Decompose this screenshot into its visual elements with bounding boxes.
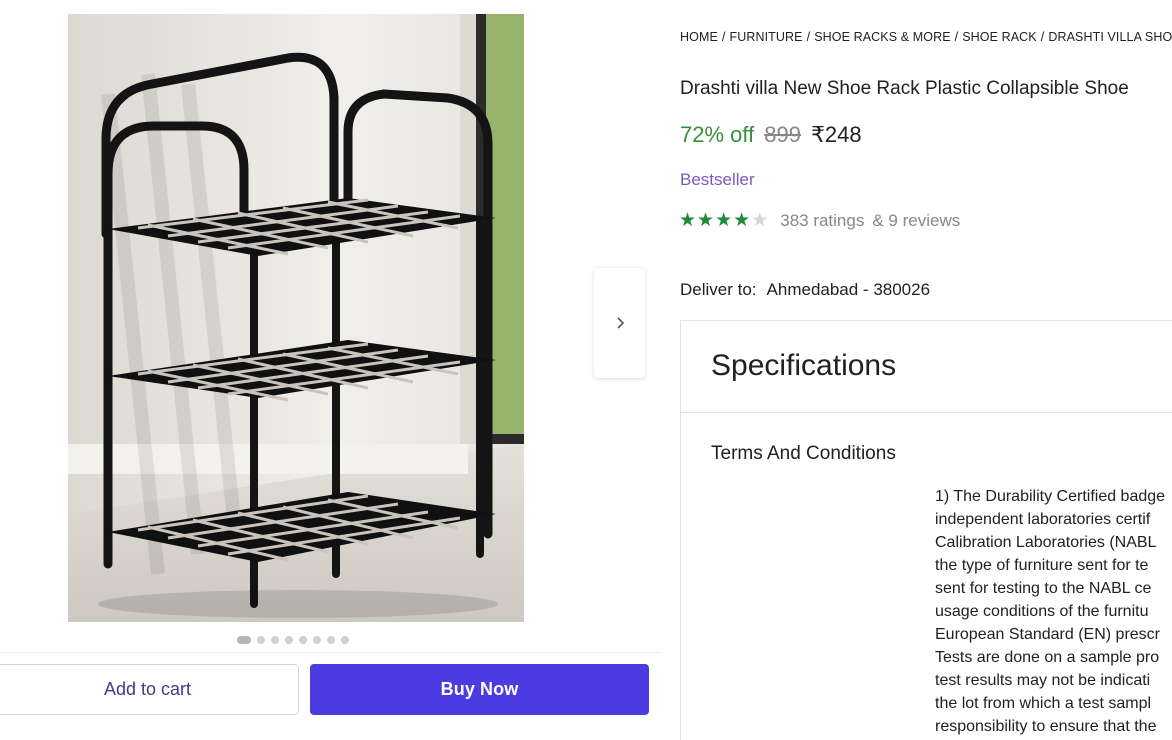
add-to-cart-button[interactable]: Add to cart (0, 664, 299, 715)
carousel-dot[interactable] (257, 636, 265, 644)
breadcrumb-item[interactable]: SHOE RACK (962, 30, 1037, 44)
breadcrumb-item[interactable]: FURNITURE (729, 30, 802, 44)
star-filled-icon: ★ (733, 210, 751, 231)
next-image-button[interactable] (594, 268, 645, 378)
product-title: Drashti villa New Shoe Rack Plastic Coll… (680, 78, 1129, 99)
carousel-dot[interactable] (327, 636, 335, 644)
specifications-header: Specifications (681, 321, 1172, 413)
terms-line: usage conditions of the furnitu (935, 603, 1149, 620)
deliver-label: Deliver to: (680, 280, 757, 299)
terms-line: test results may not be indicati (935, 672, 1151, 689)
breadcrumb-item[interactable]: SHOE RACKS & MORE (814, 30, 950, 44)
bestseller-badge: Bestseller (680, 170, 755, 189)
terms-body: 1) The Durability Certified badge indepen… (935, 485, 1172, 738)
selling-price: ₹248 (810, 122, 862, 147)
delivery-location[interactable]: Deliver to: Ahmedabad - 380026 (680, 280, 930, 300)
product-image[interactable] (68, 14, 524, 622)
terms-line: responsibility to ensure that the (935, 718, 1157, 735)
terms-line: independent laboratories certif (935, 511, 1151, 528)
breadcrumb: HOME / FURNITURE / SHOE RACKS & MORE / SHOE RA… (680, 30, 1172, 44)
breadcrumb-separator: / (954, 30, 959, 44)
specifications-title: Specifications (711, 349, 897, 382)
buy-now-button[interactable]: Buy Now (310, 664, 649, 715)
terms-line: Tests are done on a sample pro (935, 649, 1160, 666)
price-row: 72% off 899 ₹248 (680, 122, 862, 148)
shoe-rack-photo (68, 14, 524, 622)
carousel-dot[interactable] (285, 636, 293, 644)
ratings-count: 383 ratings (780, 211, 865, 230)
terms-line: 1) The Durability Certified badge (935, 488, 1166, 505)
carousel-dot[interactable] (313, 636, 321, 644)
rating-row[interactable]: ★ ★ ★ ★ ★ 383 ratings & 9 reviews (679, 211, 960, 231)
reviews-count: & 9 reviews (872, 211, 961, 230)
specifications-panel: Specifications Terms And Conditions 1) T… (680, 320, 1172, 740)
terms-line: sent for testing to the NABL ce (935, 580, 1152, 597)
terms-line: European Standard (EN) prescr (935, 626, 1160, 643)
terms-line: the lot from which a test sampl (935, 695, 1152, 712)
carousel-dot[interactable] (341, 636, 349, 644)
star-filled-icon: ★ (679, 210, 697, 231)
breadcrumb-item[interactable]: HOME (680, 30, 718, 44)
terms-line: Calibration Laboratories (NABL (935, 534, 1157, 551)
product-page: Add to cart Buy Now HOME / FURNITURE / SHOE … (0, 0, 1172, 740)
discount-label: 72% off (680, 122, 755, 147)
star-rating: ★ ★ ★ ★ ★ (679, 211, 768, 231)
star-empty-icon: ★ (751, 210, 769, 231)
breadcrumb-item[interactable]: DRASHTI VILLA SHOE R (1048, 30, 1172, 44)
breadcrumb-separator: / (1040, 30, 1045, 44)
action-bar: Add to cart Buy Now (0, 652, 661, 740)
terms-title: Terms And Conditions (711, 443, 896, 464)
star-filled-icon: ★ (715, 210, 733, 231)
original-price: 899 (764, 122, 801, 147)
delivery-address: Ahmedabad - 380026 (766, 280, 931, 299)
breadcrumb-separator: / (721, 30, 726, 44)
carousel-dot[interactable] (299, 636, 307, 644)
star-filled-icon: ★ (697, 210, 715, 231)
terms-line: the type of furniture sent for te (935, 557, 1149, 574)
breadcrumb-separator: / (806, 30, 811, 44)
chevron-right-icon (616, 317, 624, 329)
image-carousel-dots (237, 636, 349, 644)
carousel-dot[interactable] (237, 636, 251, 644)
carousel-dot[interactable] (271, 636, 279, 644)
